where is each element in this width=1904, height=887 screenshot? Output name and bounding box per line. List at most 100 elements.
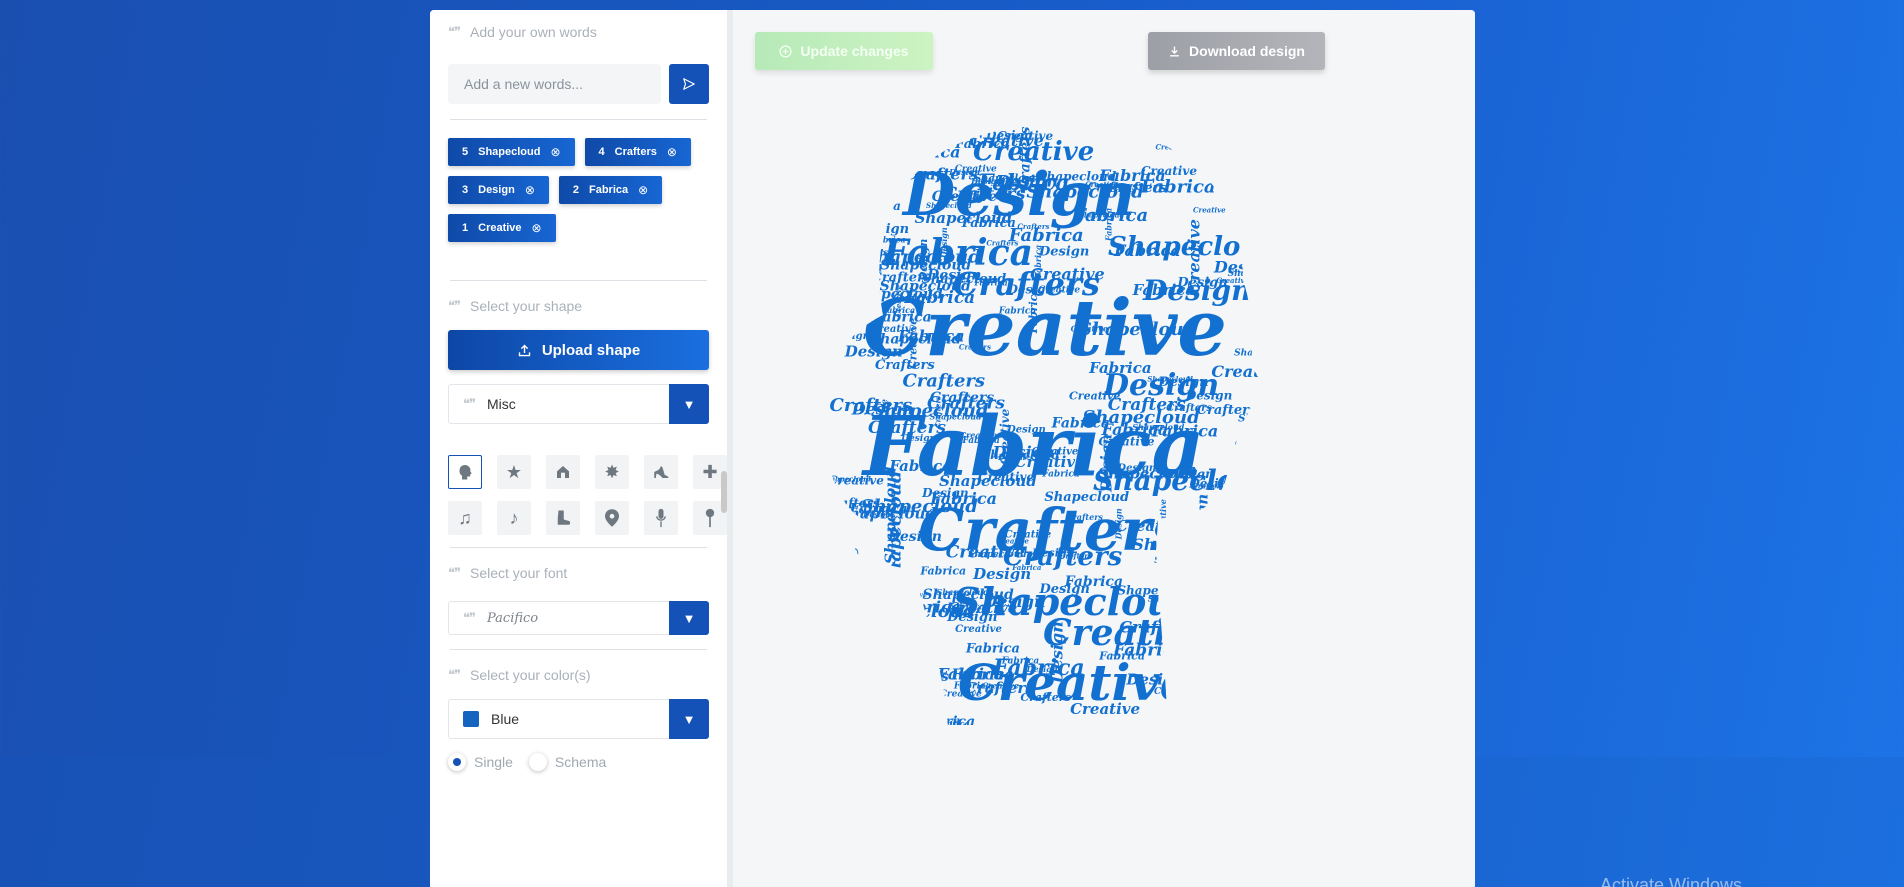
cloud-word: Design: [1047, 621, 1066, 684]
cloud-word: Design: [1038, 245, 1089, 260]
cloud-word: Creative: [1154, 687, 1196, 697]
cloud-word: Design: [1183, 567, 1254, 588]
remove-icon[interactable]: ⊗: [667, 145, 677, 159]
cloud-word: Crafters: [1020, 691, 1070, 704]
send-icon: [683, 78, 695, 90]
sidebar-scrollbar[interactable]: [721, 471, 727, 513]
cloud-word: Design: [878, 660, 929, 675]
cloud-word: Crafters: [904, 165, 977, 184]
cloud-word: Crafters: [847, 248, 888, 258]
cloud-word: Fabrica: [1041, 470, 1080, 480]
remove-icon[interactable]: ⊗: [638, 183, 648, 197]
cloud-word: Fabrica: [1232, 614, 1279, 627]
shape-high-heel-icon[interactable]: [644, 455, 678, 489]
cloud-word: Design: [992, 443, 1055, 462]
words-section-title: ❝❞ Add your own words: [448, 24, 597, 40]
word-chip[interactable]: 5 Shapecloud ⊗: [448, 138, 575, 166]
shape-house-icon[interactable]: [546, 455, 580, 489]
cloud-word: Creative: [940, 689, 982, 699]
word-cloud-app: ❝❞ Add your own words 5Shapecloud⊗ 4Craf…: [430, 10, 1475, 887]
cloud-word: Design: [1156, 535, 1219, 554]
cloud-word: Design: [1208, 696, 1267, 714]
cloud-word: Shapecloud: [838, 504, 936, 522]
cloud-word: Fabrica: [1194, 692, 1253, 708]
plus-circle-icon: [779, 44, 793, 58]
radio-schema[interactable]: [528, 753, 547, 771]
quote-icon: ❝❞: [463, 396, 476, 411]
quote-icon: ❝❞: [448, 24, 461, 39]
font-select[interactable]: ❝❞ Pacifico ▼: [448, 601, 709, 635]
remove-icon[interactable]: ⊗: [525, 183, 535, 197]
cloud-word: Design: [1185, 389, 1232, 403]
cloud-word: Crafters: [884, 669, 948, 685]
settings-sidebar: ❝❞ Add your own words 5Shapecloud⊗ 4Craf…: [430, 10, 727, 887]
cloud-word: Creative: [1155, 143, 1188, 152]
word-chip[interactable]: 4 Crafters ⊗: [584, 138, 691, 166]
cloud-word: Design: [1039, 582, 1090, 597]
word-cloud-head: DesignCreativeFabricaCraftersShapecloudC…: [827, 126, 1279, 725]
dropdown-caret-icon[interactable]: ▼: [669, 384, 709, 424]
remove-icon[interactable]: ⊗: [550, 145, 560, 159]
cloud-word: Shapecloud: [1190, 560, 1262, 573]
dropdown-caret-icon[interactable]: ▼: [669, 601, 709, 635]
cloud-word: Design: [832, 264, 860, 273]
cloud-word: Crafters: [875, 358, 935, 373]
cloud-word: Creative: [932, 189, 997, 205]
shape-map-pin-icon[interactable]: [595, 501, 629, 535]
cloud-word: Design: [1125, 671, 1184, 689]
cloud-word: Shapecloud: [1193, 573, 1265, 586]
cloud-word: Fabrica: [1008, 225, 1084, 246]
cloud-word: Shapecloud: [1082, 407, 1200, 428]
upload-shape-button[interactable]: Upload shape: [448, 330, 709, 370]
shape-music-note-icon[interactable]: ♪: [497, 501, 531, 535]
cloud-word: Design: [850, 185, 897, 199]
shape-boot-icon[interactable]: [546, 501, 580, 535]
cloud-word: Creative: [1172, 630, 1233, 645]
word-chip[interactable]: 3 Design ⊗: [448, 176, 549, 204]
shape-head-icon[interactable]: [448, 455, 482, 489]
cloud-word: Fabrica: [965, 641, 1020, 656]
remove-icon[interactable]: ⊗: [532, 221, 542, 235]
dropdown-caret-icon[interactable]: ▼: [669, 699, 709, 739]
cloud-word: Creative: [1158, 499, 1168, 536]
cloud-word: Design: [985, 128, 1032, 142]
shape-microphone-icon[interactable]: [644, 501, 678, 535]
cloud-word: Creative: [978, 470, 1034, 484]
cloud-word: Fabrica: [882, 139, 941, 155]
update-changes-button[interactable]: Update changes: [755, 32, 933, 70]
shape-category-select[interactable]: ❝❞ Misc ▼: [448, 384, 709, 424]
color-select[interactable]: Blue ▼: [448, 699, 709, 739]
cloud-word: Shapecloud: [858, 601, 976, 622]
cloud-word: Shapecloud: [1026, 181, 1144, 202]
cloud-word: Shapecloud: [1147, 375, 1193, 384]
shape-star-icon[interactable]: ★: [497, 455, 531, 489]
cloud-word: Design: [939, 227, 949, 259]
new-word-input[interactable]: [448, 64, 661, 104]
cloud-word: Design: [846, 599, 886, 610]
shape-sun-icon[interactable]: ✸: [595, 455, 629, 489]
shape-section-title: ❝❞ Select your shape: [448, 298, 583, 314]
quote-icon: ❝❞: [463, 610, 476, 625]
add-word-button[interactable]: [669, 64, 709, 104]
shape-music-notes-icon[interactable]: ♫: [448, 501, 482, 535]
cloud-word: Design: [1193, 526, 1233, 537]
cloud-word: Fabrica: [893, 142, 961, 161]
word-chip[interactable]: 2 Fabrica ⊗: [558, 176, 663, 204]
cloud-word: Creative: [1216, 276, 1249, 285]
cloud-word: Shapecloud: [831, 238, 877, 247]
quote-icon: ❝❞: [448, 667, 461, 682]
download-design-button[interactable]: Download design: [1148, 32, 1325, 70]
cloud-word: Shapecloud: [915, 209, 1013, 227]
word-chip[interactable]: 1 Creative ⊗: [448, 214, 556, 242]
cloud-word: Creative: [1217, 710, 1250, 719]
cloud-word: Creative: [1005, 529, 1052, 540]
download-icon: [1170, 46, 1179, 57]
cloud-word: Creative: [955, 624, 1002, 635]
cloud-word: Crafters: [1197, 403, 1257, 418]
cloud-word: Fabrica: [1098, 649, 1145, 662]
quote-icon: ❝❞: [448, 298, 461, 313]
cloud-word: Design: [830, 331, 870, 342]
cloud-word: Creative: [828, 474, 884, 488]
cloud-word: Fabrica: [919, 564, 966, 577]
radio-single[interactable]: [448, 753, 466, 771]
